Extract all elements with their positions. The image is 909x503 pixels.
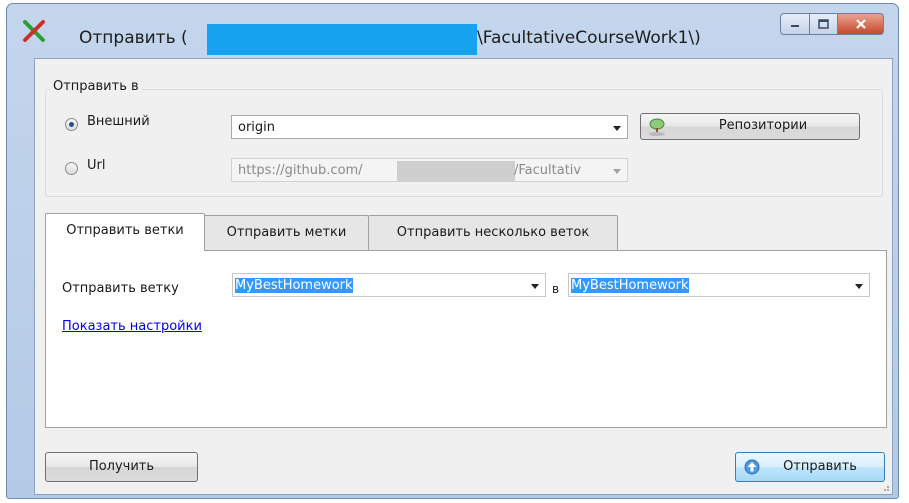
remotes-tree-icon [649,118,665,136]
window-title-end: \FacultativeCourseWork1\) [477,28,701,48]
window-controls [780,13,884,35]
tab-push-multiple-branches[interactable]: Отправить несколько веток [368,215,618,251]
remote-radio[interactable] [65,118,78,131]
remote-branch-value: MyBestHomework [571,278,689,293]
push-button[interactable]: Отправить [735,452,885,482]
title-bar[interactable]: Отправить ( \FacultativeCourseWork1\) [7,4,898,58]
chevron-down-icon [613,126,621,131]
to-label: в [552,282,560,296]
remote-select-value: origin [238,120,276,135]
pull-button-label: Получить [88,459,155,474]
show-options-link[interactable]: Показать настройки [62,319,202,334]
push-arrow-up-icon [744,459,760,475]
window-title: Отправить ( \FacultativeCourseWork1\) [79,28,701,48]
tab-push-tags[interactable]: Отправить метки [204,215,369,251]
chevron-down-icon [531,284,539,289]
branch-label: Отправить ветку [62,281,179,296]
close-icon [855,19,866,29]
url-radio-label[interactable]: Url [87,158,105,173]
resize-grip-icon[interactable] [880,482,890,492]
dialog-body: Отправить в Внешний origin Репозитории U… [34,58,893,495]
url-select-value-start: https://github.com/ [238,163,363,178]
url-redaction [397,161,515,181]
local-branch-value: MyBestHomework [235,278,353,293]
minimize-button[interactable] [780,13,810,35]
pull-button[interactable]: Получить [45,452,198,482]
url-radio[interactable] [65,162,78,175]
git-extensions-x-icon [23,20,45,42]
remotes-button-label: Репозитории [718,118,808,133]
tab-push-branches[interactable]: Отправить ветки [45,213,205,251]
remote-select[interactable]: origin [231,115,628,139]
close-button[interactable] [838,13,884,35]
push-to-group-label: Отправить в [50,79,142,94]
push-dialog-window: Отправить ( \FacultativeCourseWork1\) От… [6,3,899,499]
title-redaction [207,24,477,55]
url-select-value-end: /Facultativ [514,163,582,178]
maximize-button[interactable] [810,13,838,35]
push-branches-panel: Отправить ветку MyBestHomework в MyBestH… [45,250,887,428]
remote-radio-label[interactable]: Внешний [87,114,150,129]
remotes-button[interactable]: Репозитории [640,113,860,140]
push-button-label: Отправить [783,459,857,474]
remote-branch-select[interactable]: MyBestHomework [568,273,870,297]
minimize-icon [791,25,799,27]
maximize-icon [818,19,829,29]
url-select[interactable]: https://github.com/ /Facultativ [231,158,628,182]
window-title-start: Отправить ( [79,28,188,48]
chevron-down-icon [855,284,863,289]
local-branch-select[interactable]: MyBestHomework [232,273,546,297]
chevron-down-icon [613,169,621,174]
